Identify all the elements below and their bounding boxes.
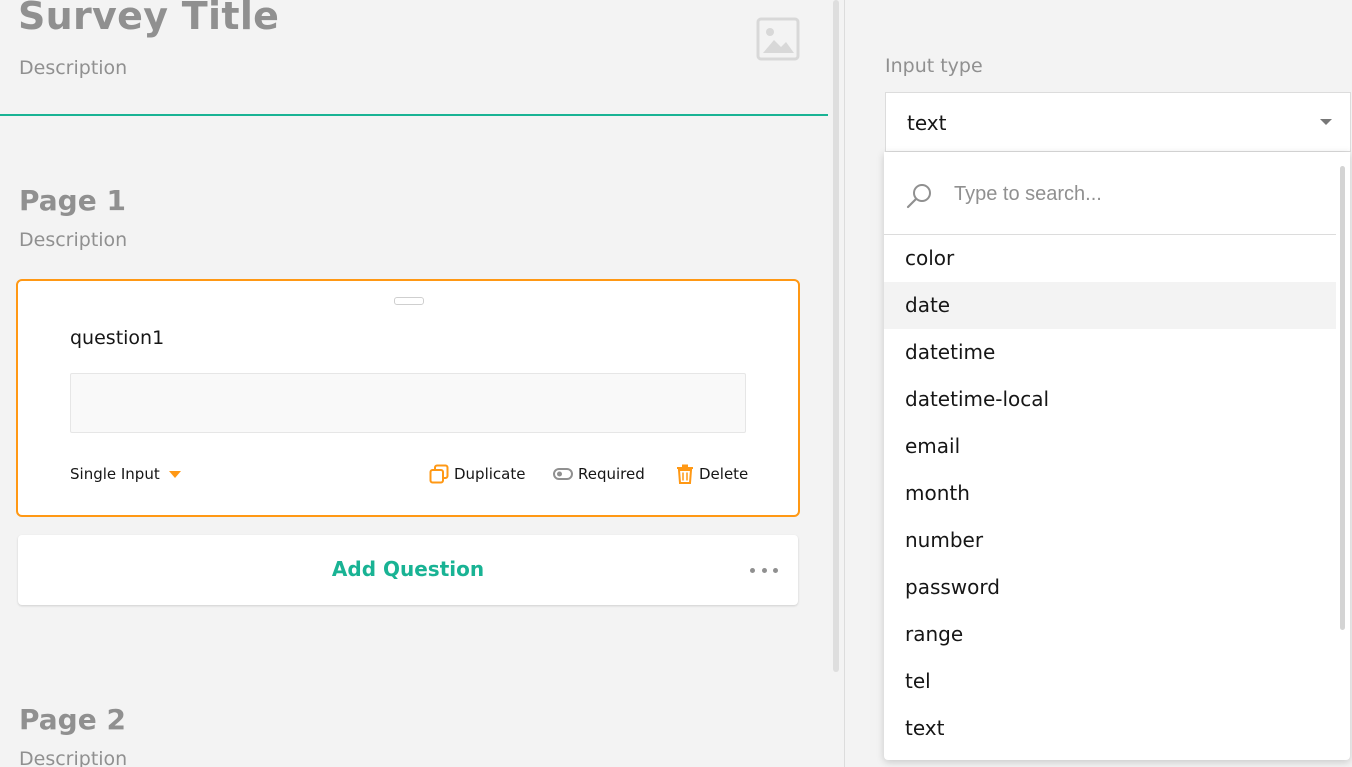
page-1-title[interactable]: Page 1	[19, 184, 126, 217]
dropdown-search-input[interactable]	[954, 179, 1314, 209]
question-type-dropdown[interactable]: Single Input	[70, 463, 182, 485]
dropdown-option[interactable]: color	[884, 235, 1336, 282]
required-toggle[interactable]: Required	[553, 463, 645, 485]
page-2-description[interactable]: Description	[19, 748, 127, 767]
toggle-icon	[553, 468, 573, 480]
input-type-value: text	[907, 111, 947, 135]
add-question-button[interactable]: Add Question	[18, 557, 798, 581]
survey-title[interactable]: Survey Title	[18, 0, 279, 38]
question-card[interactable]: question1 Single Input Duplicate Require…	[16, 279, 800, 517]
triangle-down-icon	[168, 471, 181, 478]
chevron-down-icon	[1320, 119, 1332, 125]
dropdown-option[interactable]: month	[884, 470, 1336, 517]
input-type-select[interactable]: text	[885, 92, 1351, 152]
dropdown-option[interactable]: text	[884, 705, 1336, 752]
dropdown-option[interactable]: tel	[884, 658, 1336, 705]
dropdown-option[interactable]: date	[884, 282, 1336, 329]
image-placeholder-icon[interactable]	[756, 17, 800, 61]
input-type-dropdown-popup: colordatedatetimedatetime-localemailmont…	[884, 152, 1350, 760]
delete-button[interactable]: Delete	[676, 463, 748, 485]
survey-designer-surface: Survey Title Description Page 1 Descript…	[0, 0, 832, 767]
page-2-title[interactable]: Page 2	[19, 703, 126, 736]
duplicate-icon	[429, 464, 449, 484]
duplicate-button[interactable]: Duplicate	[429, 463, 525, 485]
drag-handle[interactable]	[394, 297, 424, 305]
trash-icon	[677, 464, 693, 484]
search-icon	[906, 184, 931, 209]
survey-header-divider	[0, 114, 828, 116]
dropdown-scrollbar[interactable]	[1340, 166, 1345, 630]
delete-label: Delete	[699, 465, 749, 483]
add-question-bar: Add Question	[18, 535, 798, 605]
required-label: Required	[578, 465, 645, 483]
input-type-label: Input type	[885, 55, 983, 77]
question-type-label: Single Input	[70, 465, 160, 483]
dropdown-option[interactable]: email	[884, 423, 1336, 470]
dropdown-options-list: color date datetime datetime-local email mont…	[884, 235, 1336, 752]
dropdown-option[interactable]: datetime	[884, 329, 1336, 376]
more-horizontal-icon[interactable]	[750, 566, 778, 574]
duplicate-label: Duplicate	[454, 465, 526, 483]
survey-description[interactable]: Description	[19, 57, 127, 79]
question-answer-input	[70, 373, 746, 433]
designer-scrollbar[interactable]	[833, 0, 839, 672]
dropdown-option[interactable]: password	[884, 564, 1336, 611]
dropdown-option[interactable]: datetime-local	[884, 376, 1336, 423]
dropdown-option[interactable]: number	[884, 517, 1336, 564]
page-1-description[interactable]: Description	[19, 229, 127, 251]
question-title[interactable]: question1	[70, 327, 164, 349]
dropdown-option[interactable]: range	[884, 611, 1336, 658]
dropdown-search-bar	[884, 152, 1336, 235]
